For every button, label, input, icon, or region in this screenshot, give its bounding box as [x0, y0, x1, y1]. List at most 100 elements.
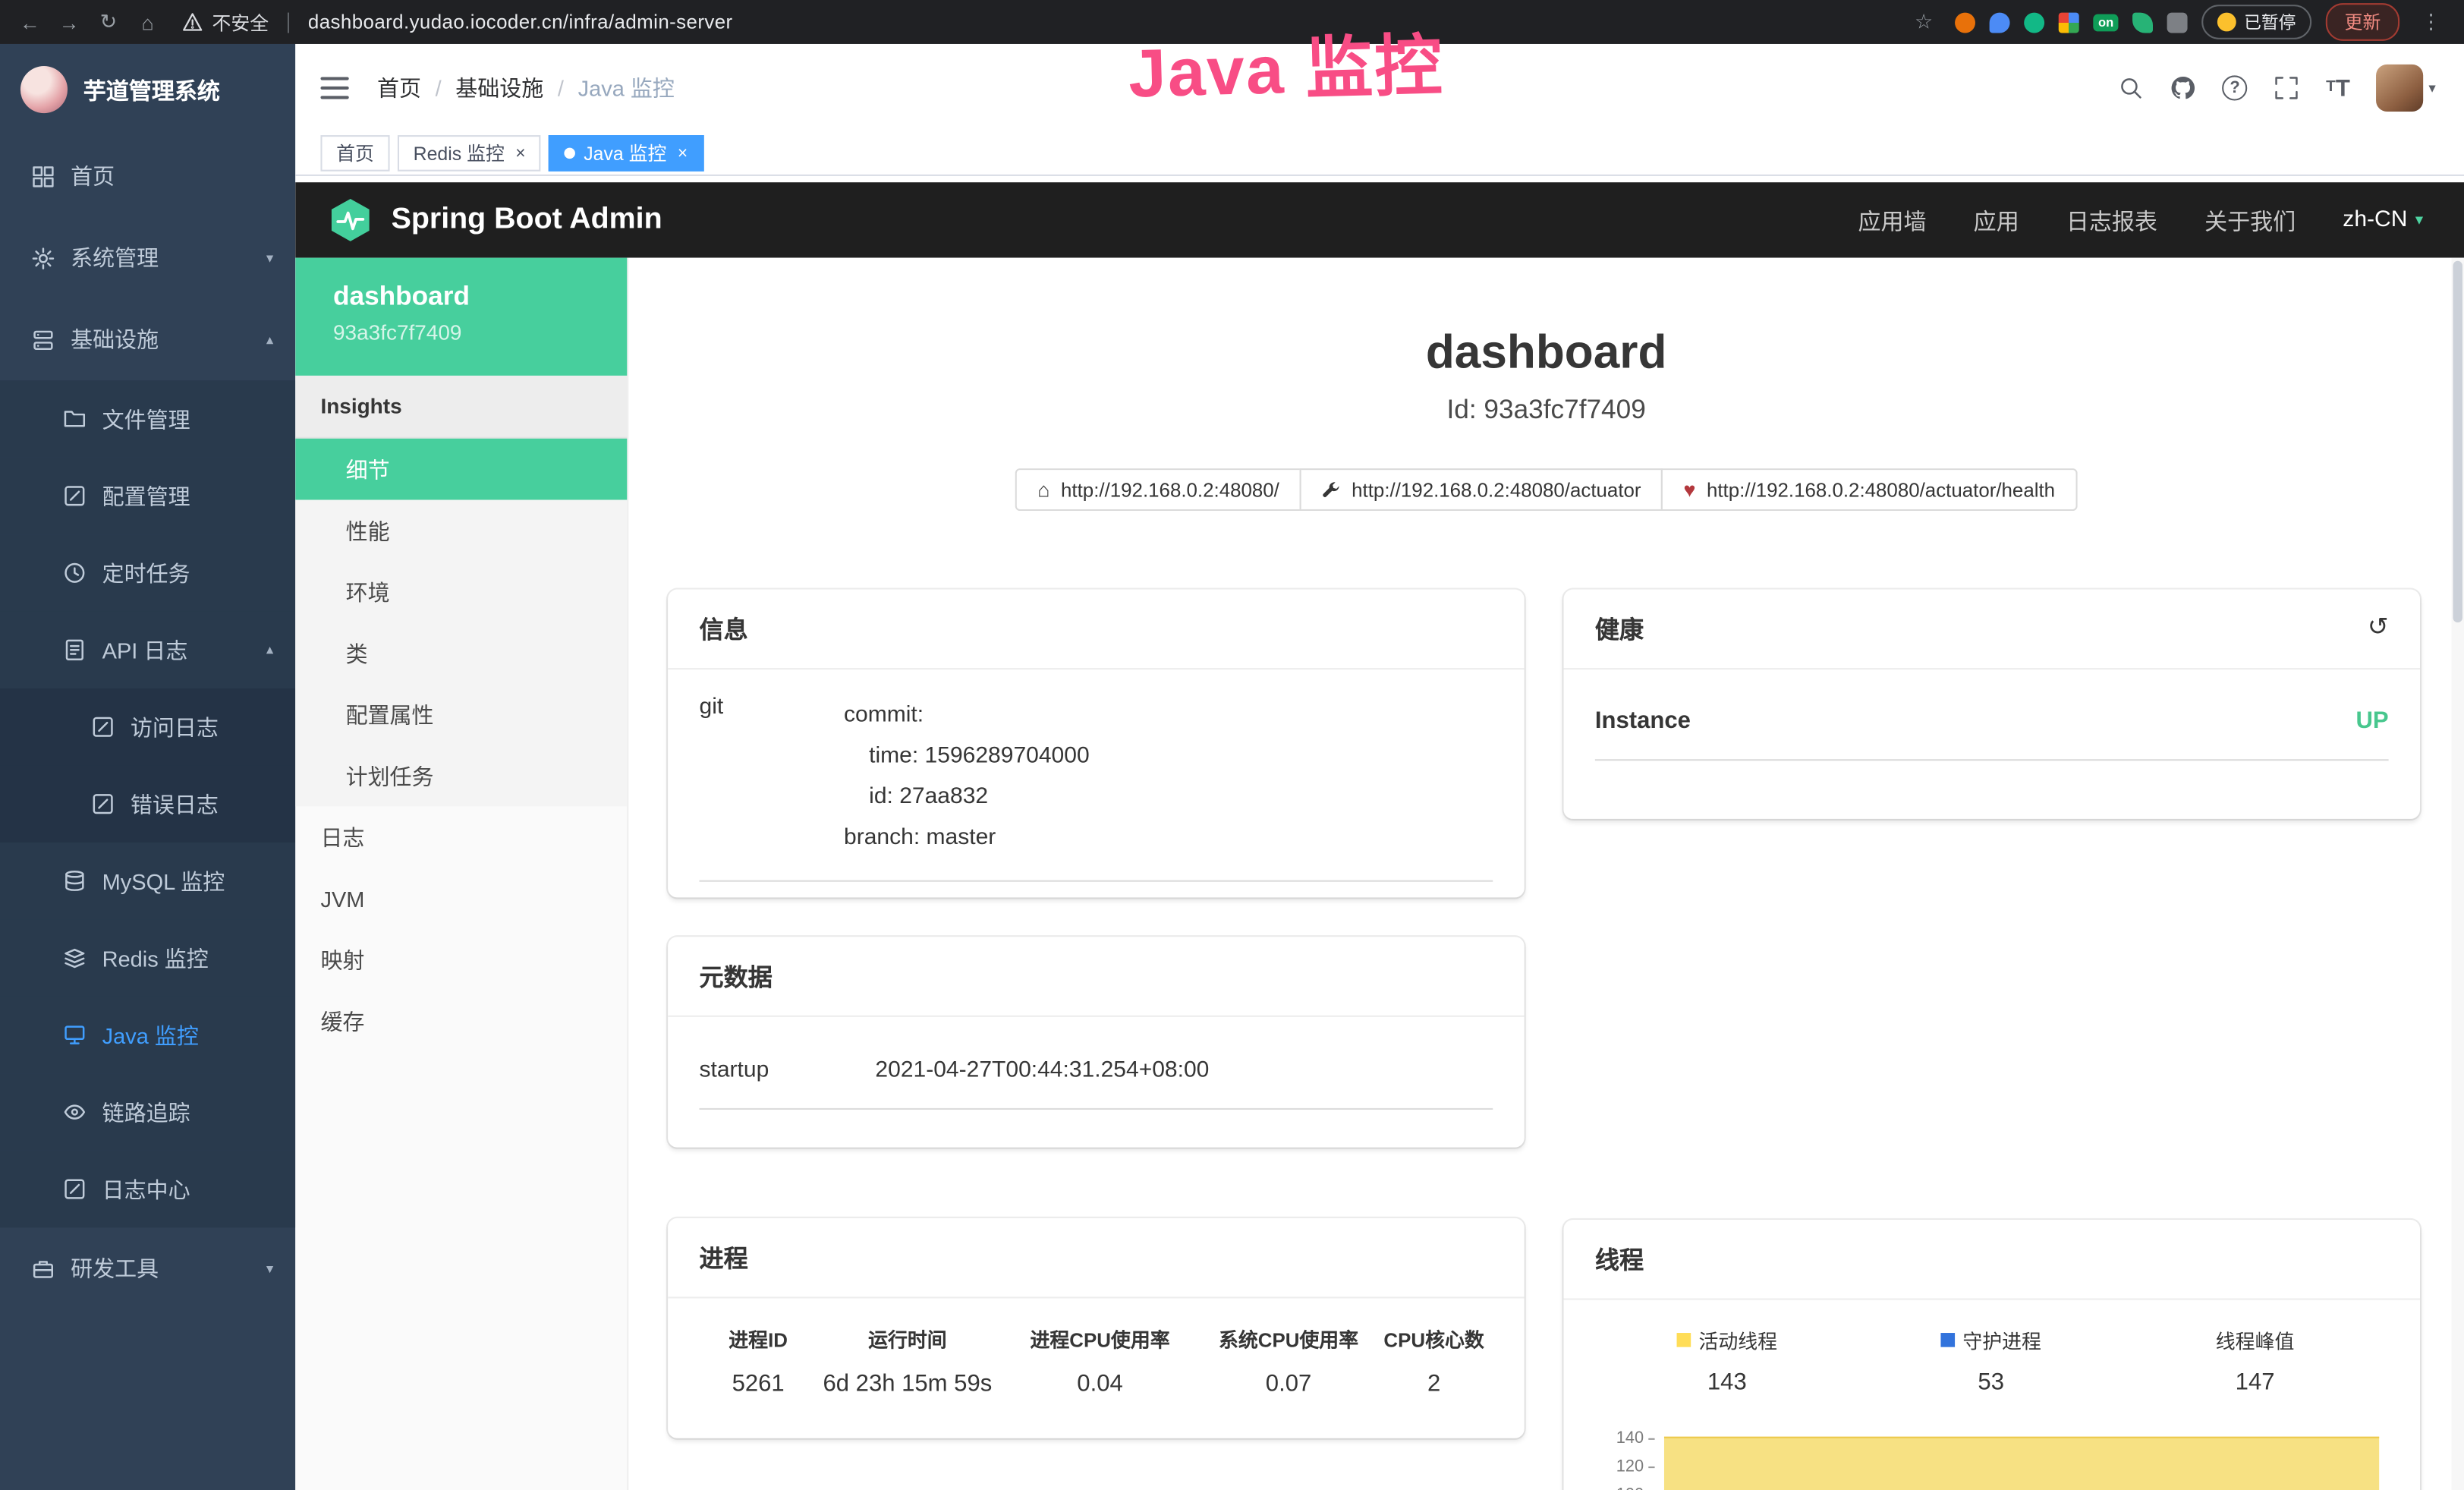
edit-square-icon: [63, 484, 87, 508]
sba-nav-applications[interactable]: 应用: [1974, 203, 2019, 236]
scrollbar-thumb[interactable]: [2453, 261, 2462, 622]
sidebar-item-home[interactable]: 首页: [0, 135, 295, 217]
infrastructure-icon: [31, 328, 55, 351]
info-row-git: git commit: time: 1596289704000 id: 27aa…: [700, 695, 1493, 881]
tab-java-monitor[interactable]: Java 监控 ×: [549, 135, 703, 172]
chevron-up-icon: ▴: [266, 331, 273, 348]
extension-icon-orange[interactable]: [1956, 12, 1976, 33]
reload-icon[interactable]: ↻: [91, 5, 126, 39]
profile-paused-badge[interactable]: 已暂停: [2201, 5, 2311, 39]
sidebar-item-log-center[interactable]: 日志中心: [0, 1151, 295, 1227]
actuator-url-button[interactable]: http://192.168.0.2:48080/actuator: [1300, 468, 1663, 511]
help-icon[interactable]: ?: [2222, 75, 2247, 100]
breadcrumb: 首页 / 基础设施 / Java 监控: [377, 72, 675, 103]
chevron-down-icon: ▾: [2415, 212, 2423, 229]
url-text[interactable]: dashboard.yudao.iocoder.cn/infra/admin-s…: [308, 11, 733, 33]
menu-group-insights: Insights: [295, 376, 627, 439]
service-url-button[interactable]: ⌂ http://192.168.0.2:48080/: [1015, 468, 1301, 511]
menu-item-classes[interactable]: 类: [295, 622, 627, 684]
forward-icon[interactable]: →: [52, 5, 87, 39]
browser-menu-icon[interactable]: ⋮: [2414, 5, 2449, 39]
info-card-body: git commit: time: 1596289704000 id: 27aa…: [668, 669, 1525, 897]
sidebar-item-mysql-monitor[interactable]: MySQL 监控: [0, 843, 295, 919]
tab-redis-monitor[interactable]: Redis 监控 ×: [398, 135, 541, 172]
threads-chart: 140 120 100: [1595, 1418, 2389, 1490]
sidebar-item-system[interactable]: 系统管理 ▾: [0, 217, 295, 299]
info-value: commit: time: 1596289704000 id: 27aa832 …: [844, 695, 1090, 858]
menu-item-mappings[interactable]: 映射: [295, 929, 627, 991]
legend-swatch-blue: [1940, 1333, 1955, 1347]
close-icon[interactable]: ×: [678, 143, 688, 162]
health-row-instance[interactable]: Instance UP: [1595, 695, 2389, 761]
sidebar-item-java-monitor[interactable]: Java 监控: [0, 997, 295, 1073]
user-avatar[interactable]: ▾: [2377, 65, 2436, 112]
sidebar-item-dev-tools[interactable]: 研发工具 ▾: [0, 1227, 295, 1309]
sidebar-item-access-log[interactable]: 访问日志: [0, 688, 295, 765]
page-title: dashboard: [628, 327, 2464, 380]
avatar: [2377, 65, 2424, 112]
breadcrumb-infrastructure[interactable]: 基础设施: [455, 72, 543, 103]
sidebar-item-redis-monitor[interactable]: Redis 监控: [0, 919, 295, 996]
search-icon[interactable]: [2119, 75, 2144, 100]
sba-brand-title[interactable]: Spring Boot Admin: [392, 203, 662, 238]
menu-item-caches[interactable]: 缓存: [295, 991, 627, 1052]
menu-item-loggers[interactable]: 日志: [295, 806, 627, 868]
update-button[interactable]: 更新: [2326, 3, 2399, 41]
site-security-chip[interactable]: 不安全: [182, 8, 269, 35]
sba-nav-links: 应用墙 应用 日志报表 关于我们 zh-CN ▾: [1858, 203, 2423, 236]
sidebar-item-scheduled-jobs[interactable]: 定时任务: [0, 534, 295, 611]
sidebar-item-file-manage[interactable]: 文件管理: [0, 380, 295, 457]
info-card: 信息 git commit: time: 1596289704000 id: 2: [668, 590, 1525, 898]
fullscreen-icon[interactable]: [2274, 75, 2299, 100]
gear-icon: [31, 246, 55, 269]
bookmark-star-icon[interactable]: ☆: [1906, 5, 1941, 39]
spring-boot-admin-logo-icon[interactable]: [327, 197, 374, 244]
menu-item-jvm[interactable]: JVM: [295, 868, 627, 929]
health-url-button[interactable]: ♥ http://192.168.0.2:48080/actuator/heal…: [1661, 468, 2077, 511]
history-icon[interactable]: ↺: [2368, 616, 2389, 641]
threads-card-header: 线程: [1563, 1220, 2420, 1300]
sidebar-item-config-manage[interactable]: 配置管理: [0, 458, 295, 534]
health-card-body: Instance UP: [1563, 669, 2420, 783]
menu-item-details[interactable]: 细节: [295, 439, 627, 500]
metadata-row-startup: startup 2021-04-27T00:44:31.254+08:00: [700, 1042, 1493, 1110]
sba-body: dashboard 93a3fc7f7409 Insights 细节 性能 环境…: [295, 258, 2464, 1490]
extension-icon-blue-drop[interactable]: [1990, 12, 2010, 33]
content-scrollbar[interactable]: [2451, 258, 2464, 1490]
breadcrumb-home[interactable]: 首页: [377, 72, 421, 103]
browser-home-icon[interactable]: ⌂: [131, 5, 165, 39]
sba-nav-wallboard[interactable]: 应用墙: [1858, 203, 1926, 236]
dashboard-icon: [31, 164, 55, 187]
font-size-icon[interactable]: TT: [2326, 76, 2350, 99]
menu-item-scheduled-tasks[interactable]: 计划任务: [295, 745, 627, 807]
health-status-badge: UP: [2355, 707, 2388, 734]
tab-home[interactable]: 首页: [320, 135, 389, 172]
sba-nav-journal[interactable]: 日志报表: [2066, 203, 2157, 236]
locale-selector[interactable]: zh-CN ▾: [2343, 207, 2423, 232]
github-icon[interactable]: [2170, 75, 2195, 100]
info-card-header: 信息: [668, 590, 1525, 670]
sidebar-item-api-log[interactable]: API 日志 ▴: [0, 612, 295, 688]
monitor-icon: [63, 1023, 87, 1047]
header-tools: ? TT ▾: [2119, 65, 2436, 112]
breadcrumb-separator: /: [558, 75, 564, 100]
back-icon[interactable]: ←: [13, 5, 48, 39]
metadata-card: 元数据 startup 2021-04-27T00:44:31.254+08:0…: [668, 937, 1525, 1147]
legend-daemon-threads: 守护进程 53: [1859, 1325, 2123, 1396]
sba-nav-about[interactable]: 关于我们: [2204, 203, 2296, 236]
menu-item-environment[interactable]: 环境: [295, 561, 627, 622]
extension-icon-puzzle[interactable]: [2167, 12, 2188, 33]
instance-header[interactable]: dashboard 93a3fc7f7409: [295, 258, 627, 376]
extension-on-badge[interactable]: on: [2094, 14, 2119, 31]
extension-icon-leaf[interactable]: [2132, 12, 2153, 33]
sidebar-item-infrastructure[interactable]: 基础设施 ▴: [0, 298, 295, 380]
menu-item-config-props[interactable]: 配置属性: [295, 684, 627, 745]
extension-icon-green-circle[interactable]: [2025, 12, 2045, 33]
paused-label: 已暂停: [2244, 9, 2296, 34]
sidebar-item-error-log[interactable]: 错误日志: [0, 765, 295, 842]
sidebar-item-tracing[interactable]: 链路追踪: [0, 1073, 295, 1150]
menu-item-metrics[interactable]: 性能: [295, 500, 627, 562]
sidebar-toggle-icon[interactable]: [320, 77, 348, 99]
close-icon[interactable]: ×: [515, 143, 525, 162]
extensions-grid-icon[interactable]: [2059, 12, 2079, 33]
